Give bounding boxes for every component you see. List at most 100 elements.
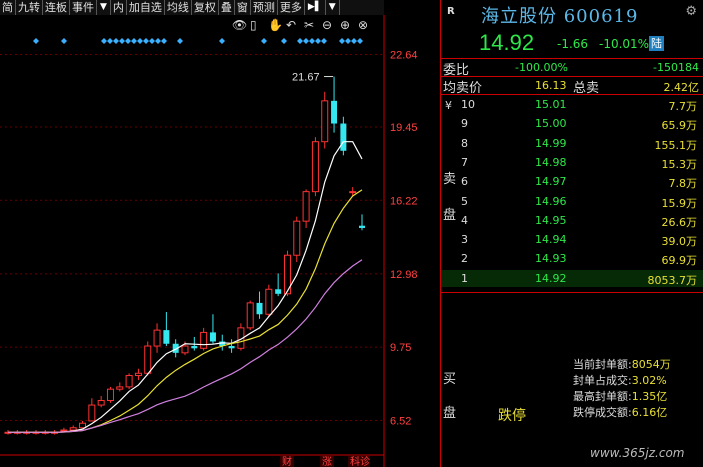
kline-svg[interactable]: 22.64 19.45 16.22 12.98 9.75 6.52 👁 ▯ ✋ ↶ ✂ ⊖ ⊕ ⊗ 21.6… (0, 15, 440, 467)
candle-body[interactable] (144, 345, 152, 374)
candle-body[interactable] (340, 123, 347, 151)
event-marker-icon[interactable] (143, 38, 149, 44)
event-marker-icon[interactable] (219, 38, 225, 44)
candle-body[interactable] (181, 345, 189, 354)
orderbook-row[interactable]: 2 14.93 69.9万 (441, 250, 703, 267)
order-level: 10 (461, 98, 475, 111)
candle-body[interactable] (246, 302, 254, 329)
order-level: 2 (461, 252, 468, 266)
orderbook-row[interactable]: 4 14.95 26.6万 (441, 212, 703, 229)
candle-body[interactable] (60, 429, 68, 432)
candle-body[interactable] (134, 372, 142, 377)
panel-toggle-icon[interactable]: ▶▌ (305, 0, 326, 15)
candle-body[interactable] (256, 302, 263, 315)
order-volume: 39.0万 (661, 235, 698, 249)
event-marker-icon[interactable] (281, 38, 287, 44)
candle-body[interactable] (79, 422, 87, 429)
candle-body[interactable] (97, 400, 105, 406)
event-marker-icon[interactable] (137, 38, 143, 44)
kline-chart[interactable]: 22.64 19.45 16.22 12.98 9.75 6.52 👁 ▯ ✋ ↶ ✂ ⊖ ⊕ ⊗ 21.6… (0, 15, 440, 467)
toolbar-item[interactable]: 叠 (219, 0, 235, 15)
candle-body[interactable] (265, 288, 273, 315)
event-menu-arrow-icon[interactable]: ▼ (97, 0, 111, 15)
order-price: 14.94 (535, 233, 567, 247)
event-marker-icon[interactable] (113, 38, 119, 44)
candle-body[interactable] (331, 100, 338, 124)
orderbook-row[interactable]: 8 14.99 155.1万 (441, 135, 703, 152)
event-marker-icon[interactable] (345, 38, 351, 44)
toolbar-item[interactable]: 内 (111, 0, 127, 15)
candle-body[interactable] (349, 191, 357, 194)
event-marker-icon[interactable] (351, 38, 357, 44)
event-marker-icon[interactable] (125, 38, 131, 44)
candle-body[interactable] (293, 220, 301, 256)
watermark: www.365jz.com (590, 446, 685, 460)
event-marker-icon[interactable] (119, 38, 125, 44)
event-marker-icon[interactable] (107, 38, 113, 44)
bottom-marker[interactable]: 科诊 (350, 455, 370, 467)
event-marker-icon[interactable] (149, 38, 155, 44)
event-marker-icon[interactable] (309, 38, 315, 44)
chart-tool-icon[interactable]: ⊕ (340, 18, 350, 32)
candle-body[interactable] (200, 331, 208, 349)
candle-body[interactable] (69, 427, 77, 431)
event-marker-icon[interactable] (155, 38, 161, 44)
toolbar-item[interactable]: 窗 (235, 0, 251, 15)
chart-tool-icon[interactable]: ⊗ (358, 18, 368, 32)
chart-tool-icon[interactable]: ▯ (250, 18, 257, 32)
event-marker-icon[interactable] (161, 38, 167, 44)
candle-body[interactable] (88, 404, 96, 422)
toolbar-item[interactable]: 加自选 (127, 0, 165, 15)
candle-body[interactable] (163, 330, 170, 344)
event-marker-icon[interactable] (177, 38, 183, 44)
candle-body[interactable] (321, 100, 329, 143)
event-marker-icon[interactable] (61, 38, 67, 44)
orderbook-row[interactable]: 3 14.94 39.0万 (441, 231, 703, 248)
toolbar-item[interactable]: 事件 (70, 0, 97, 15)
candle-body[interactable] (209, 332, 216, 342)
candle-body[interactable] (125, 375, 133, 388)
candle-body[interactable] (275, 289, 282, 294)
toolbar-dropdown-icon[interactable]: ▼ (326, 0, 340, 15)
toolbar-item[interactable]: 简 (0, 0, 16, 15)
toolbar-item[interactable]: 连板 (43, 0, 70, 15)
toolbar-item[interactable]: 预测 (251, 0, 278, 15)
event-marker-icon[interactable] (261, 38, 267, 44)
event-marker-icon[interactable] (321, 38, 327, 44)
chart-tool-icon[interactable]: ✋ (268, 18, 283, 32)
bottom-marker[interactable]: 财 (282, 455, 292, 467)
event-marker-icon[interactable] (303, 38, 309, 44)
candle-body[interactable] (191, 346, 198, 349)
toolbar-item[interactable]: 九转 (16, 0, 43, 15)
event-marker-icon[interactable] (101, 38, 107, 44)
orderbook-row[interactable]: 9 15.00 65.9万 (441, 115, 703, 132)
candle-body[interactable] (106, 388, 114, 402)
orderbook-row[interactable]: 7 14.98 15.3万 (441, 154, 703, 171)
orderbook-row[interactable]: 10 15.01 7.7万 (441, 96, 703, 113)
settings-icon[interactable]: ⚙ (685, 4, 697, 19)
orderbook-row[interactable]: 1 14.92 8053.7万 (441, 269, 703, 287)
candle-body[interactable] (302, 191, 310, 222)
chart-tool-icon[interactable]: ⊖ (322, 18, 332, 32)
candle-body[interactable] (228, 346, 235, 349)
orderbook-row[interactable]: 6 14.97 7.8万 (441, 173, 703, 190)
event-marker-icon[interactable] (339, 38, 345, 44)
candle-body[interactable] (311, 141, 319, 193)
event-marker-icon[interactable] (297, 38, 303, 44)
orderbook-row[interactable]: 5 14.96 15.9万 (441, 193, 703, 210)
candle-body[interactable] (359, 225, 365, 228)
event-marker-icon[interactable] (33, 38, 39, 44)
event-marker-icon[interactable] (315, 38, 321, 44)
bottom-marker[interactable]: 涨 (322, 456, 332, 467)
toolbar-item[interactable]: 复权 (192, 0, 219, 15)
event-marker-icon[interactable] (131, 38, 137, 44)
toolbar-item[interactable]: 更多 (278, 0, 305, 15)
chart-tool-icon[interactable]: 👁 (232, 18, 247, 32)
candle-body[interactable] (153, 329, 161, 347)
order-price: 15.01 (535, 98, 567, 111)
event-marker-icon[interactable] (357, 38, 363, 44)
candle-body[interactable] (116, 386, 124, 390)
chart-tool-icon[interactable]: ✂ (304, 18, 314, 32)
toolbar-item[interactable]: 均线 (165, 0, 192, 15)
chart-tool-icon[interactable]: ↶ (286, 18, 296, 32)
